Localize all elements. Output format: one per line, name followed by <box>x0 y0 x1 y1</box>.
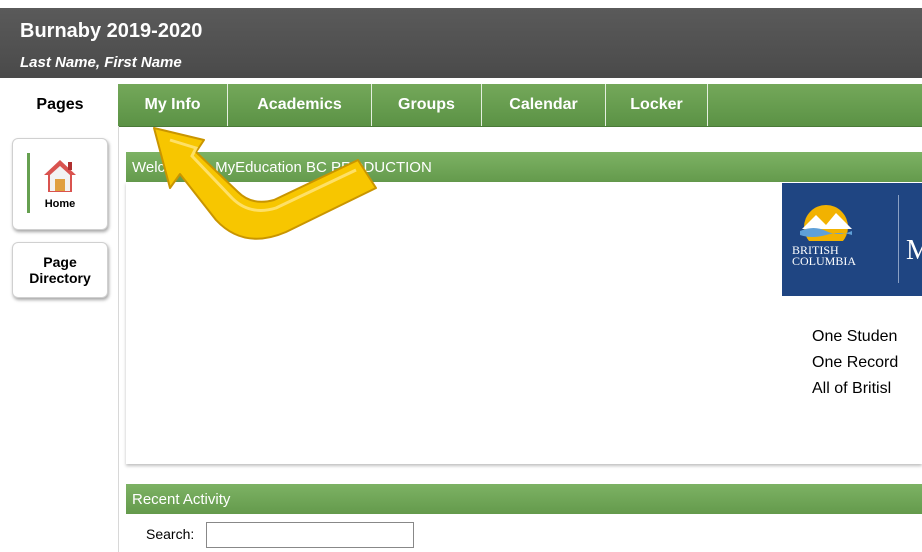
tagline-line-3: All of Britisl <box>812 380 892 397</box>
sidebar-item-home[interactable]: Home <box>12 138 108 230</box>
user-name: Last Name, First Name <box>20 54 182 71</box>
logo-divider <box>898 195 899 283</box>
recent-activity-header: Recent Activity <box>126 484 922 514</box>
sidebar-item-label: Home <box>44 198 76 210</box>
tab-groups[interactable]: Groups <box>372 84 482 126</box>
sidebar-item-label: Page <box>43 254 77 270</box>
bc-sun-icon <box>800 205 852 241</box>
bc-logo-text: BRITISH COLUMBIA <box>792 243 857 268</box>
search-input[interactable] <box>206 522 414 548</box>
tab-pages[interactable]: Pages <box>0 84 120 126</box>
bc-logo: BRITISH COLUMBIA M <box>782 183 922 296</box>
sidebar: Home Page Directory <box>0 126 119 552</box>
selected-indicator <box>27 153 30 213</box>
tab-my-info[interactable]: My Info <box>118 84 228 126</box>
tab-calendar[interactable]: Calendar <box>482 84 606 126</box>
tab-locker[interactable]: Locker <box>606 84 708 126</box>
logo-partial-text: M <box>906 235 922 266</box>
sidebar-item-page-directory[interactable]: Page Directory <box>12 242 108 298</box>
tagline-line-1: One Studen <box>812 328 898 345</box>
tagline-line-2: One Record <box>812 354 899 371</box>
top-tab-bar: Pages My Info Academics Groups Calendar … <box>0 84 922 127</box>
organization-title: Burnaby 2019-2020 <box>20 20 203 42</box>
search-label: Search: <box>146 526 195 542</box>
home-icon <box>44 160 76 192</box>
app-header: Burnaby 2019-2020 Last Name, First Name <box>0 0 922 78</box>
tab-strip: My Info Academics Groups Calendar Locker <box>118 84 922 127</box>
pointer-arrow-icon <box>153 127 377 240</box>
tab-academics[interactable]: Academics <box>228 84 372 126</box>
sidebar-item-label: Directory <box>29 270 91 286</box>
